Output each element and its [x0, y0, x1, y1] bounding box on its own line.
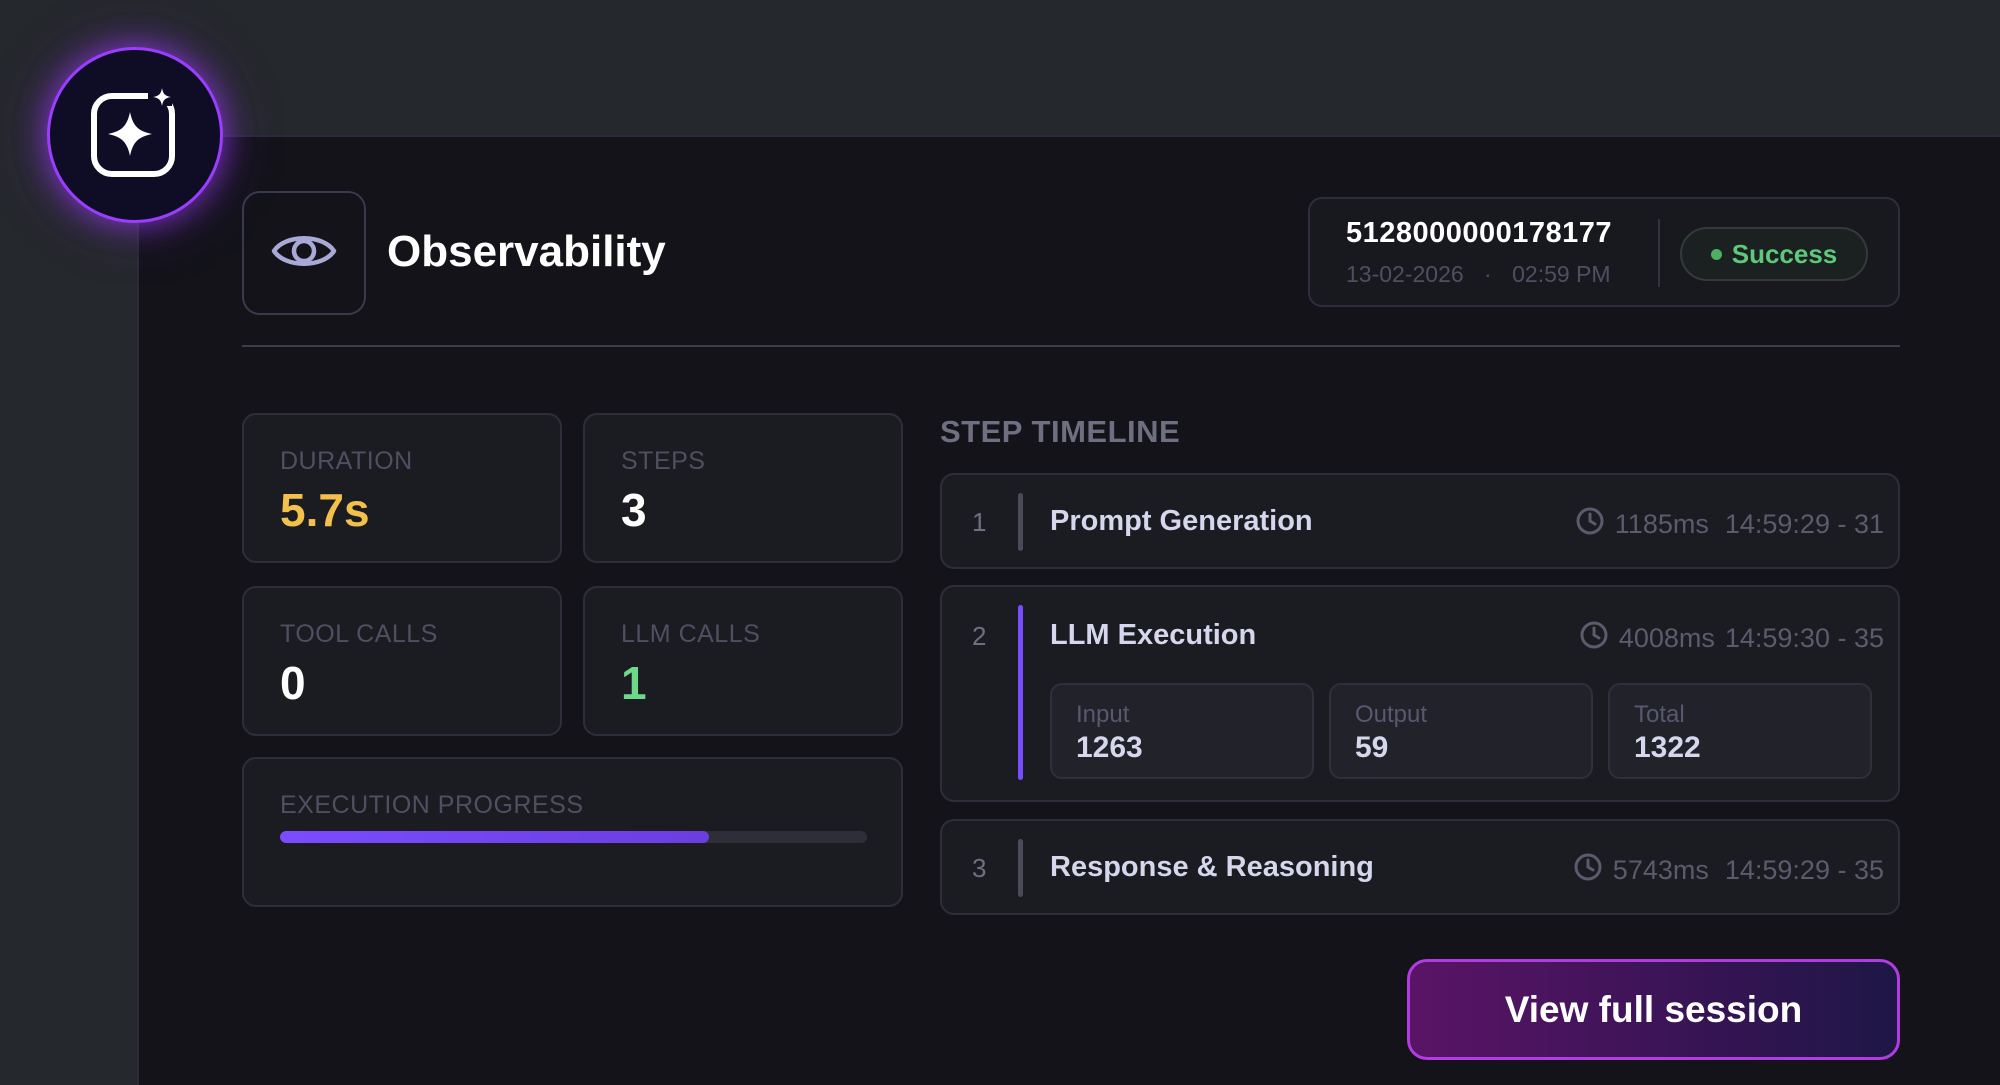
step-time-range: 14:59:30 - 35	[1724, 623, 1884, 653]
clock-icon	[1573, 852, 1603, 889]
header-divider	[242, 345, 1900, 347]
timeline-step-3[interactable]: 3 Response & Reasoning 5743ms 14:59:29 -…	[940, 819, 1900, 915]
stat-duration-label: DURATION	[280, 447, 413, 475]
token-total-label: Total	[1634, 701, 1685, 728]
progress-track	[280, 831, 867, 843]
step-name: LLM Execution	[1050, 619, 1257, 651]
step-number: 3	[972, 853, 987, 883]
token-total: Total 1322	[1608, 683, 1872, 779]
clock-icon	[1579, 620, 1609, 657]
stat-duration: DURATION 5.7s	[242, 413, 562, 563]
step-meta: 1185ms 14:59:29 - 31	[1575, 506, 1884, 543]
eye-icon-box	[242, 191, 366, 315]
step-indicator	[1018, 493, 1023, 551]
step-meta: 5743ms 14:59:29 - 35	[1573, 852, 1884, 889]
progress-fill	[280, 831, 709, 843]
card-header: Observability 5128000000178177 13-02-202…	[242, 191, 1900, 317]
timeline-step-2[interactable]: 2 LLM Execution 4008ms 14:59:30 - 35 Inp…	[940, 585, 1900, 802]
stat-duration-value: 5.7s	[280, 484, 370, 536]
step-time-range: 14:59:29 - 31	[1724, 509, 1884, 539]
step-indicator-active	[1018, 605, 1023, 780]
session-info: 5128000000178177 13-02-2026 · 02:59 PM S…	[1308, 197, 1900, 307]
sparkle-icon	[88, 85, 182, 185]
canvas: Observability 5128000000178177 13-02-202…	[0, 0, 2000, 1085]
stat-llm-calls-label: LLM CALLS	[621, 620, 761, 648]
step-meta: 4008ms 14:59:30 - 35	[1579, 620, 1884, 657]
session-id: 5128000000178177	[1346, 217, 1613, 249]
timeline-step-1[interactable]: 1 Prompt Generation 1185ms 14:59:29 - 31	[940, 473, 1900, 569]
token-output-value: 59	[1355, 731, 1389, 764]
session-divider	[1658, 219, 1660, 287]
status-text: Success	[1731, 238, 1838, 269]
step-name: Response & Reasoning	[1050, 851, 1374, 883]
stat-steps-label: STEPS	[621, 447, 706, 475]
stat-steps: STEPS 3	[583, 413, 903, 563]
token-total-value: 1322	[1634, 731, 1701, 764]
view-full-session-button[interactable]: View full session	[1407, 959, 1900, 1060]
token-output-label: Output	[1355, 701, 1428, 728]
step-duration: 1185ms	[1614, 509, 1709, 539]
step-time-range: 14:59:29 - 35	[1724, 855, 1884, 885]
stat-steps-value: 3	[621, 484, 647, 536]
status-badge: Success	[1680, 227, 1868, 281]
token-output: Output 59	[1329, 683, 1593, 779]
stat-tool-calls-label: TOOL CALLS	[280, 620, 438, 648]
step-name: Prompt Generation	[1050, 505, 1313, 537]
step-timeline-heading: STEP TIMELINE	[940, 414, 1181, 449]
session-date: 13-02-2026	[1346, 261, 1464, 287]
step-indicator	[1018, 839, 1023, 897]
page-title: Observability	[387, 227, 666, 276]
token-input-value: 1263	[1076, 731, 1143, 764]
session-time: 02:59 PM	[1512, 261, 1611, 287]
step-duration: 4008ms	[1618, 623, 1715, 653]
stat-tool-calls-value: 0	[280, 657, 306, 709]
ai-assistant-badge[interactable]	[47, 47, 223, 223]
eye-icon	[271, 228, 337, 279]
stat-tool-calls: TOOL CALLS 0	[242, 586, 562, 736]
step-number: 2	[972, 621, 987, 651]
token-input: Input 1263	[1050, 683, 1314, 779]
status-dot-icon	[1710, 248, 1722, 260]
stat-llm-calls: LLM CALLS 1	[583, 586, 903, 736]
execution-progress-label: EXECUTION PROGRESS	[280, 791, 584, 819]
step-duration: 5743ms	[1612, 855, 1709, 885]
step-number: 1	[972, 507, 987, 537]
clock-icon	[1575, 506, 1605, 543]
session-date-separator: ·	[1484, 261, 1492, 287]
execution-progress: EXECUTION PROGRESS	[242, 757, 903, 907]
session-timestamp: 13-02-2026 · 02:59 PM	[1346, 261, 1611, 288]
token-input-label: Input	[1076, 701, 1130, 728]
stat-llm-calls-value: 1	[621, 657, 647, 709]
